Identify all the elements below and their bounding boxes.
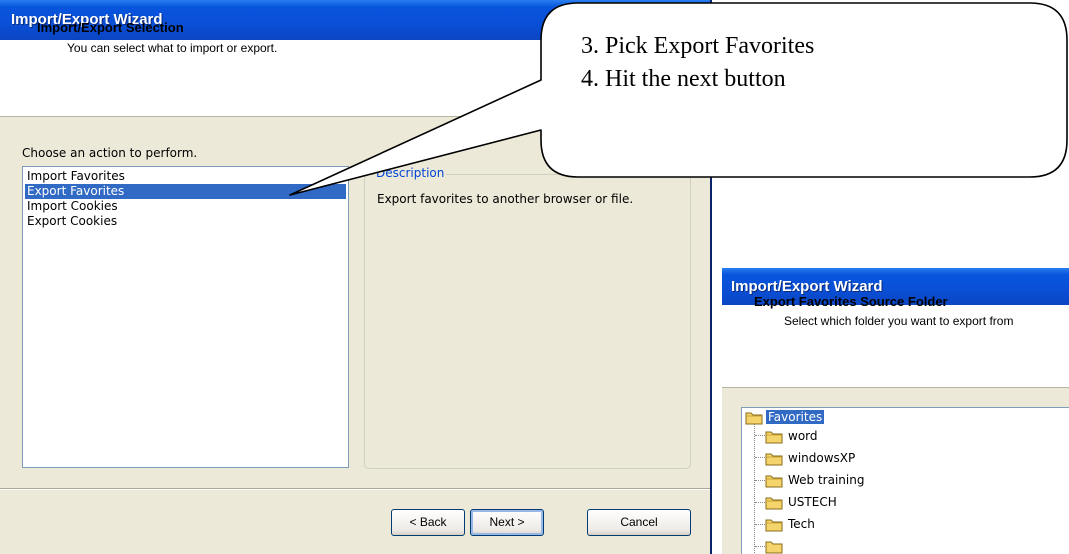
instruction-callout [289,2,1068,196]
callout-step-3: 3. Pick Export Favorites [581,33,815,59]
callout-step-4: 4. Hit the next button [581,66,786,92]
